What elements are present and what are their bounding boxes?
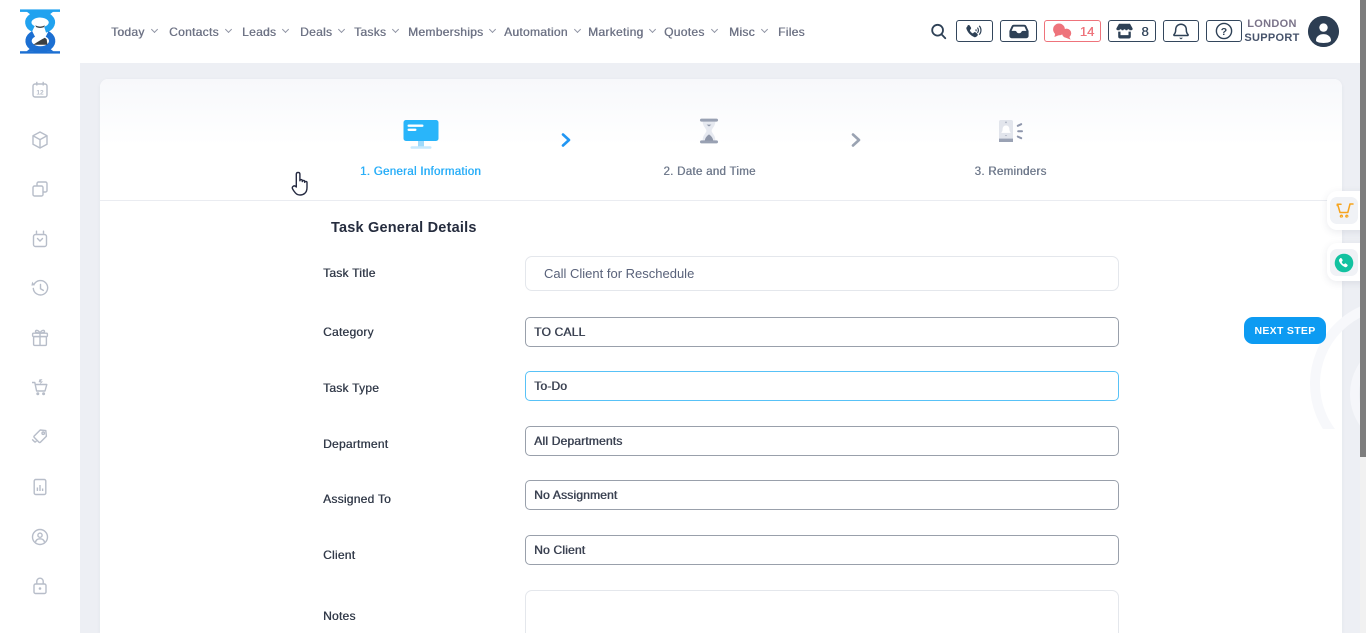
- svg-text:12: 12: [36, 89, 44, 96]
- svg-text:?: ?: [1221, 26, 1227, 38]
